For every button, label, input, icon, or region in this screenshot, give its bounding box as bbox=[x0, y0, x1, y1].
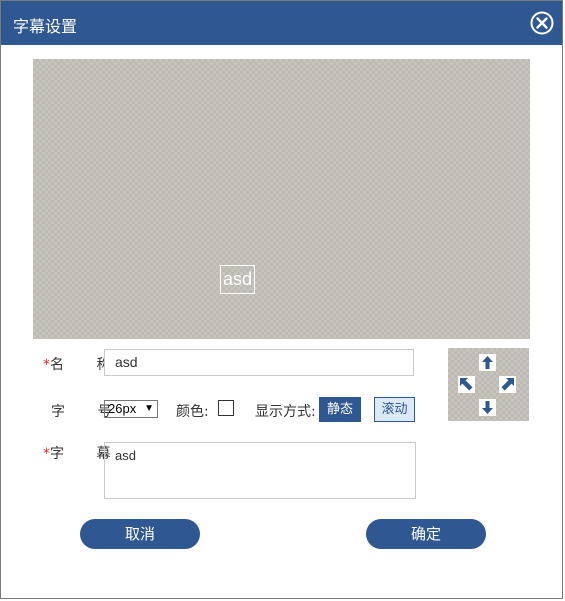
scroll-mode-button[interactable]: 滚动 bbox=[374, 397, 415, 422]
static-mode-button[interactable]: 静态 bbox=[319, 397, 361, 422]
subtitle-textarea[interactable]: asd bbox=[104, 442, 416, 499]
dialog-titlebar: 字幕设置 bbox=[1, 1, 562, 45]
position-direction-pad bbox=[448, 348, 529, 421]
color-picker[interactable] bbox=[218, 400, 234, 416]
required-mark: * bbox=[43, 357, 50, 373]
color-label: 颜色: bbox=[176, 404, 209, 420]
arrow-up-icon[interactable] bbox=[479, 354, 496, 371]
font-size-select[interactable]: 26px ▼ bbox=[104, 400, 158, 418]
subtitle-settings-dialog: 字幕设置 asd *名 称 asd 字 号 26px ▼ 颜色: 显示方式: 静… bbox=[0, 0, 563, 599]
cancel-button[interactable]: 取消 bbox=[80, 519, 200, 549]
arrow-up-right-icon[interactable] bbox=[499, 376, 516, 393]
confirm-button[interactable]: 确定 bbox=[366, 519, 486, 549]
dialog-title: 字幕设置 bbox=[13, 17, 78, 36]
preview-subtitle-text[interactable]: asd bbox=[220, 265, 255, 294]
subtitle-preview-area: asd bbox=[33, 59, 530, 339]
chevron-down-icon: ▼ bbox=[144, 403, 154, 414]
font-size-value: 26px bbox=[108, 401, 137, 416]
arrow-down-icon[interactable] bbox=[479, 399, 496, 416]
required-mark: * bbox=[43, 446, 50, 462]
display-mode-label: 显示方式: bbox=[255, 404, 316, 420]
name-input[interactable]: asd bbox=[104, 349, 414, 376]
arrow-up-left-icon[interactable] bbox=[458, 376, 475, 393]
close-icon[interactable] bbox=[530, 11, 554, 35]
